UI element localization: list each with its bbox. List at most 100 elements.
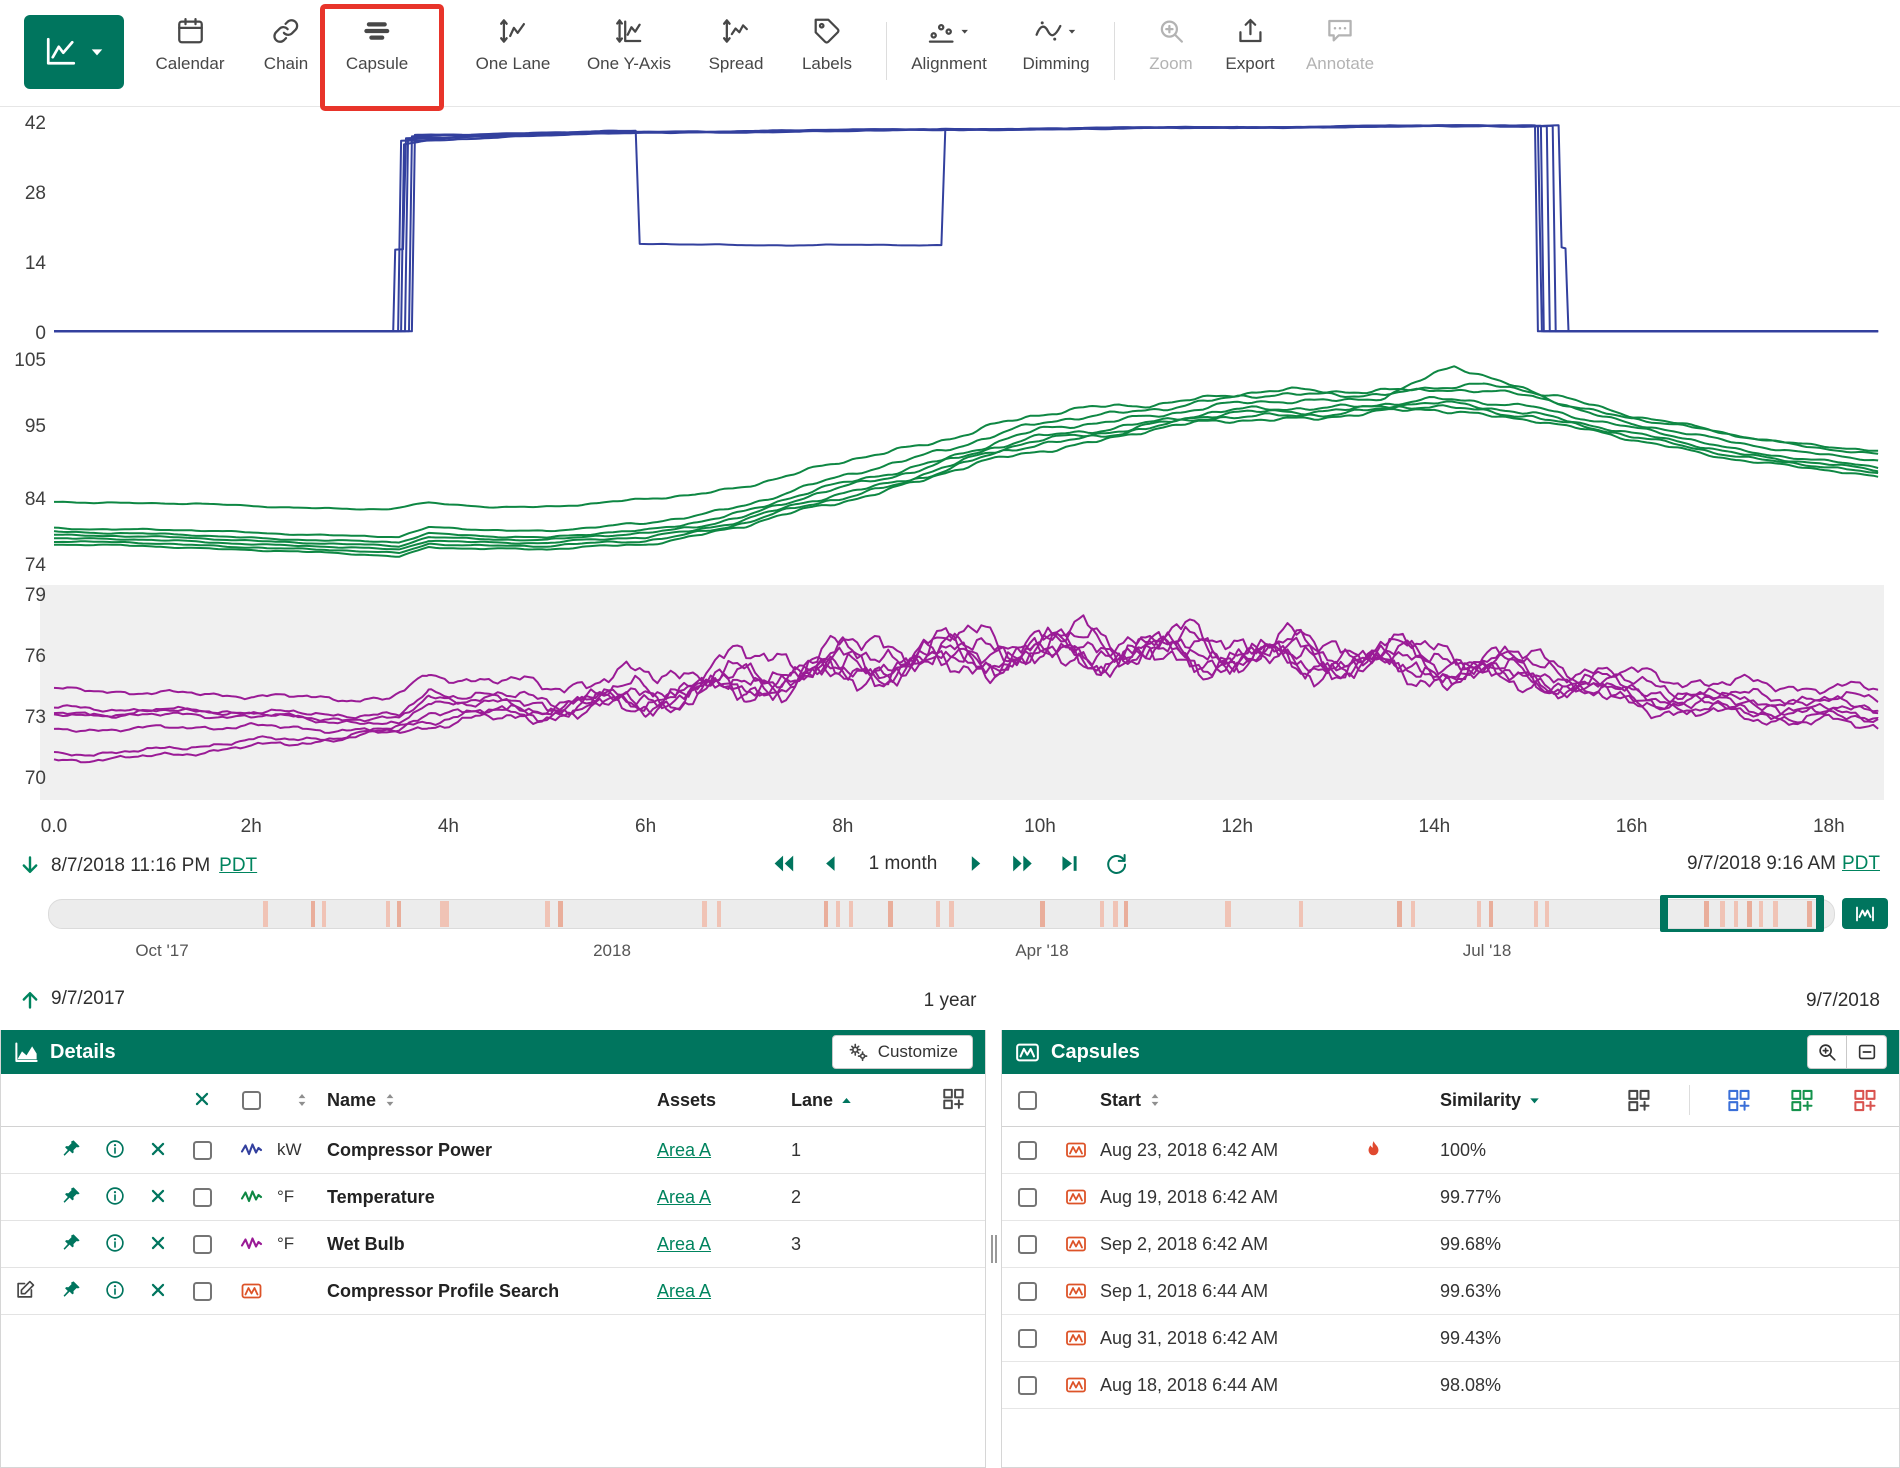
- condition-icon: [238, 1279, 265, 1303]
- pin-button[interactable]: [60, 1279, 82, 1304]
- add-column-red-icon[interactable]: [1852, 1087, 1879, 1114]
- close-icon: [147, 1185, 169, 1207]
- toolbar-one-y-axis-button[interactable]: One Y-Axis: [587, 16, 671, 74]
- item-name: Wet Bulb: [327, 1234, 405, 1255]
- remove-button[interactable]: [147, 1279, 169, 1304]
- lane-column-header[interactable]: Lane: [777, 1090, 857, 1111]
- capsule-row: Sep 2, 2018 6:42 AM99.68%: [1002, 1221, 1899, 1268]
- toolbar-divider: [886, 22, 887, 80]
- trend-chart[interactable]: 4228140105958474797673700.02h4h6h8h10h12…: [0, 106, 1900, 846]
- step-forward-button[interactable]: [961, 850, 988, 877]
- toolbar-dimming-button[interactable]: Dimming: [1022, 16, 1089, 74]
- back-icon: [818, 850, 845, 877]
- step-back-button[interactable]: [818, 850, 845, 877]
- remove-all-button[interactable]: [191, 1088, 213, 1113]
- details-row: kWCompressor PowerArea A1: [1, 1127, 985, 1174]
- chevron-down-icon: [88, 43, 106, 61]
- seeq-workbench: Calendar Chain Capsule One Lane One Y-Axis Sp…: [0, 0, 1900, 1468]
- details-row: °FWet BulbArea A3: [1, 1221, 985, 1268]
- pin-button[interactable]: [60, 1232, 82, 1257]
- row-checkbox[interactable]: [193, 1235, 212, 1254]
- step-forward-many-button[interactable]: [1008, 850, 1035, 877]
- name-column-header[interactable]: Name: [327, 1090, 657, 1111]
- toolbar-spread-button[interactable]: Spread: [709, 16, 764, 74]
- series-compressor-power: [54, 125, 1878, 331]
- capsule-checkbox[interactable]: [1018, 1282, 1037, 1301]
- details-row: Compressor Profile SearchArea A: [1, 1268, 985, 1315]
- capsule-checkbox[interactable]: [1018, 1329, 1037, 1348]
- toolbar-export-button[interactable]: Export: [1225, 16, 1274, 74]
- timeline-track[interactable]: [48, 899, 1835, 929]
- panel-splitter[interactable]: [986, 1030, 1001, 1468]
- asset-link[interactable]: Area A: [657, 1281, 711, 1302]
- capsule-similarity: 99.77%: [1440, 1187, 1501, 1208]
- toolbar-alignment-button[interactable]: Alignment: [911, 16, 987, 74]
- svg-text:12h: 12h: [1221, 816, 1253, 837]
- capsule-stripe: [936, 901, 940, 927]
- pin-button[interactable]: [60, 1185, 82, 1210]
- signal-icon: [238, 1232, 265, 1256]
- toolbar-capsule-button[interactable]: Capsule: [346, 16, 408, 74]
- select-all-capsules-checkbox[interactable]: [1018, 1091, 1037, 1110]
- toolbar-labels-button[interactable]: Labels: [802, 16, 852, 74]
- toolbar-one-lane-button[interactable]: One Lane: [476, 16, 551, 74]
- pin-button[interactable]: [60, 1138, 82, 1163]
- collapse-panel-button[interactable]: [1847, 1035, 1887, 1069]
- remove-button[interactable]: [147, 1232, 169, 1257]
- info-icon: [104, 1185, 126, 1207]
- capsule-checkbox[interactable]: [1018, 1376, 1037, 1395]
- condition-icon: [1064, 1138, 1088, 1162]
- refresh-button[interactable]: [1102, 850, 1129, 877]
- asset-link[interactable]: Area A: [657, 1234, 711, 1255]
- timeline-selection-window[interactable]: [1664, 895, 1820, 932]
- pin-icon: [60, 1138, 82, 1160]
- row-checkbox[interactable]: [193, 1282, 212, 1301]
- info-button[interactable]: [104, 1138, 126, 1163]
- step-to-end-button[interactable]: [1055, 850, 1082, 877]
- add-column-blue-icon[interactable]: [1726, 1087, 1753, 1114]
- toolbar-calendar-button[interactable]: Calendar: [156, 16, 225, 74]
- svg-text:70: 70: [25, 768, 46, 789]
- customize-button[interactable]: Customize: [832, 1035, 973, 1069]
- assets-column-header[interactable]: Assets: [657, 1090, 777, 1111]
- range-up-arrow-icon[interactable]: [18, 986, 42, 1012]
- zoom-to-capsule-button[interactable]: [1807, 1035, 1847, 1069]
- labels-icon: [812, 16, 842, 46]
- unit-label: kW: [277, 1140, 302, 1160]
- range-down-arrow-icon[interactable]: [18, 853, 42, 879]
- edit-button[interactable]: [14, 1279, 36, 1304]
- worksheet-view-dropdown[interactable]: [24, 15, 124, 89]
- row-checkbox[interactable]: [193, 1188, 212, 1207]
- info-button[interactable]: [104, 1279, 126, 1304]
- asset-link[interactable]: Area A: [657, 1140, 711, 1161]
- toolbar-chain-button[interactable]: Chain: [264, 16, 308, 74]
- remove-button[interactable]: [147, 1185, 169, 1210]
- capsule-checkbox[interactable]: [1018, 1188, 1037, 1207]
- sort-icon[interactable]: [293, 1091, 311, 1109]
- capsule-time-button[interactable]: [1842, 898, 1888, 929]
- info-button[interactable]: [104, 1232, 126, 1257]
- start-column-header[interactable]: Start: [1100, 1090, 1362, 1111]
- capsule-checkbox[interactable]: [1018, 1141, 1037, 1160]
- capsule-checkbox[interactable]: [1018, 1235, 1037, 1254]
- display-range-row: 8/7/2018 11:16 PM PDT 1 month 9/7/2018 9…: [0, 846, 1900, 888]
- remove-button[interactable]: [147, 1138, 169, 1163]
- asset-link[interactable]: Area A: [657, 1187, 711, 1208]
- capsule-similarity: 99.43%: [1440, 1328, 1501, 1349]
- trend-chart-svg[interactable]: 4228140105958474797673700.02h4h6h8h10h12…: [0, 106, 1900, 846]
- series-temperature: [54, 389, 1878, 537]
- timezone-link-start[interactable]: PDT: [219, 855, 257, 877]
- timezone-link-end[interactable]: PDT: [1842, 853, 1880, 875]
- add-column-green-icon[interactable]: [1789, 1087, 1816, 1114]
- select-all-checkbox[interactable]: [242, 1091, 261, 1110]
- capsule-stripe: [836, 901, 840, 927]
- info-button[interactable]: [104, 1185, 126, 1210]
- capsule-stripe: [717, 901, 721, 927]
- add-column-button[interactable]: [941, 1086, 967, 1115]
- pin-icon: [60, 1232, 82, 1254]
- step-back-many-button[interactable]: [771, 850, 798, 877]
- duration-label[interactable]: 1 month: [869, 853, 938, 875]
- row-checkbox[interactable]: [193, 1141, 212, 1160]
- add-column-icon[interactable]: [1626, 1087, 1653, 1114]
- timeline-label: Oct '17: [135, 941, 188, 961]
